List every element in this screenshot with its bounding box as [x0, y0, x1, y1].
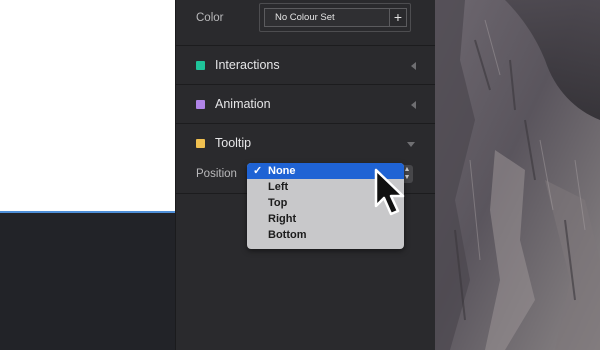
collapse-arrow-icon[interactable] — [411, 62, 416, 70]
option-label: Right — [268, 213, 297, 225]
checkmark-icon: ✓ — [253, 165, 263, 177]
add-color-button[interactable]: + — [390, 8, 407, 27]
desktop-wallpaper — [435, 0, 600, 350]
section-title-interactions: Interactions — [215, 58, 280, 72]
rock-wallpaper-image — [435, 0, 600, 350]
position-label: Position — [196, 168, 237, 180]
option-label: Left — [268, 181, 289, 193]
color-field: No Colour Set + — [259, 3, 411, 32]
section-animation[interactable]: Animation — [176, 85, 436, 124]
section-title-tooltip[interactable]: Tooltip — [215, 136, 251, 150]
animation-swatch-icon — [196, 100, 205, 109]
interactions-swatch-icon — [196, 61, 205, 70]
canvas-background — [0, 213, 175, 350]
dropdown-option-bottom[interactable]: Bottom — [247, 227, 404, 243]
option-label: None — [268, 165, 296, 177]
collapse-arrow-icon[interactable] — [411, 101, 416, 109]
option-label: Top — [268, 197, 288, 209]
tooltip-swatch-icon — [196, 139, 205, 148]
mouse-pointer-icon — [374, 168, 405, 216]
section-title-animation: Animation — [215, 97, 271, 111]
color-value-field[interactable]: No Colour Set — [264, 8, 390, 27]
section-interactions[interactable]: Interactions — [176, 46, 436, 85]
canvas-artboard[interactable] — [0, 0, 175, 211]
color-row: Color No Colour Set + — [176, 0, 436, 46]
option-label: Bottom — [268, 229, 307, 241]
canvas-area[interactable] — [0, 0, 175, 350]
color-label: Color — [196, 12, 224, 24]
expand-arrow-icon[interactable] — [407, 142, 415, 147]
